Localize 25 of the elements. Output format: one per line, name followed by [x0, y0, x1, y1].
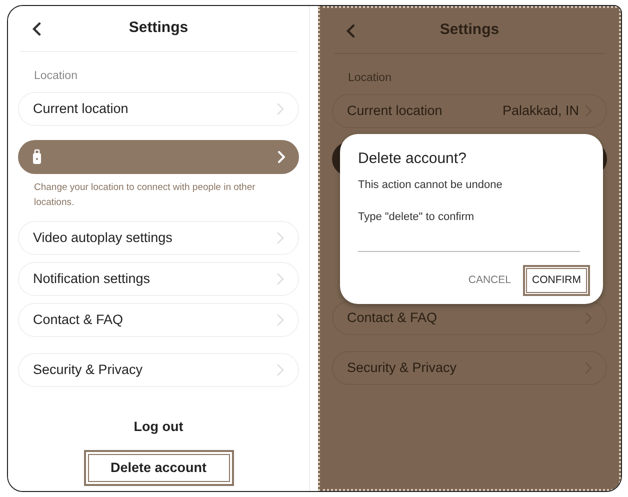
settings-row[interactable]: Contact & FAQ	[18, 302, 299, 337]
dialog-message: This action cannot be undone	[358, 178, 504, 192]
section-label: Location	[348, 71, 392, 86]
chevron-icon	[278, 151, 285, 164]
chevron-icon	[277, 232, 284, 244]
settings-row[interactable]: Video autoplay settings	[18, 220, 299, 255]
log-out-link[interactable]: Log out	[18, 416, 299, 437]
settings-row[interactable]: Security & Privacy	[18, 352, 299, 387]
location-hint: Change your location to connect with people in other locations.	[34, 181, 256, 210]
luggage-icon	[32, 149, 42, 166]
delete-account-button[interactable]: Delete account	[84, 450, 232, 485]
chevron-icon	[277, 272, 284, 285]
chevron-icon	[277, 103, 284, 116]
section-label: Location	[34, 69, 78, 84]
location-row[interactable]	[18, 140, 299, 174]
settings-row[interactable]: Notification settings	[18, 262, 299, 296]
dialog-button[interactable]: CONFIRM	[524, 266, 589, 296]
chevron-icon	[277, 364, 284, 376]
dialog-title: Delete account?	[358, 149, 468, 169]
back-icon[interactable]	[32, 22, 41, 36]
dialog-prompt: Type "delete" to confirm	[358, 210, 476, 225]
screen-title: Settings	[128, 18, 190, 38]
chevron-icon	[277, 314, 284, 326]
screen-title: Settings	[438, 20, 500, 40]
settings-row[interactable]: Current location	[18, 92, 299, 126]
